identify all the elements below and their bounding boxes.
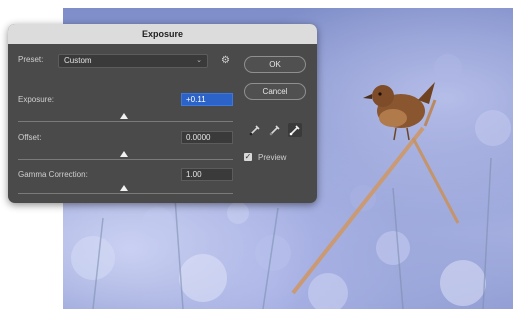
black-point-eyedropper-icon[interactable] (248, 123, 262, 137)
exposure-row: Exposure: +0.11 (18, 93, 233, 107)
chevron-down-icon: ⌄ (196, 57, 202, 64)
exposure-label: Exposure: (18, 95, 55, 104)
gamma-row: Gamma Correction: 1.00 (18, 168, 233, 182)
preset-select[interactable]: Custom ⌄ (58, 54, 208, 68)
offset-row: Offset: 0.0000 (18, 131, 233, 145)
offset-input[interactable]: 0.0000 (181, 131, 233, 144)
gamma-slider-thumb[interactable] (120, 185, 128, 191)
exposure-dialog: Exposure Preset: Custom ⌄ ⚙ Exposure: +0… (8, 24, 317, 203)
cancel-button[interactable]: Cancel (244, 83, 306, 100)
gray-point-eyedropper-icon[interactable] (268, 123, 282, 137)
offset-slider-thumb[interactable] (120, 151, 128, 157)
eyedropper-group (248, 123, 308, 139)
exposure-input[interactable]: +0.11 (181, 93, 233, 106)
offset-label: Offset: (18, 133, 42, 142)
exposure-slider-track[interactable] (18, 121, 233, 122)
gamma-slider-track[interactable] (18, 193, 233, 194)
preset-row: Preset: Custom ⌄ ⚙ (18, 54, 233, 68)
dialog-title: Exposure (8, 24, 317, 44)
gear-icon[interactable]: ⚙ (221, 54, 230, 68)
ok-button[interactable]: OK (244, 56, 306, 73)
white-point-eyedropper-icon[interactable] (288, 123, 302, 137)
preset-label: Preset: (18, 55, 44, 64)
preset-value: Custom (64, 56, 92, 65)
preview-label: Preview (258, 153, 287, 162)
exposure-slider-thumb[interactable] (120, 113, 128, 119)
offset-slider-track[interactable] (18, 159, 233, 160)
gamma-label: Gamma Correction: (18, 170, 88, 179)
preview-checkbox[interactable]: ✓ (244, 153, 252, 161)
preview-toggle[interactable]: ✓ Preview (244, 152, 314, 164)
gamma-input[interactable]: 1.00 (181, 168, 233, 181)
